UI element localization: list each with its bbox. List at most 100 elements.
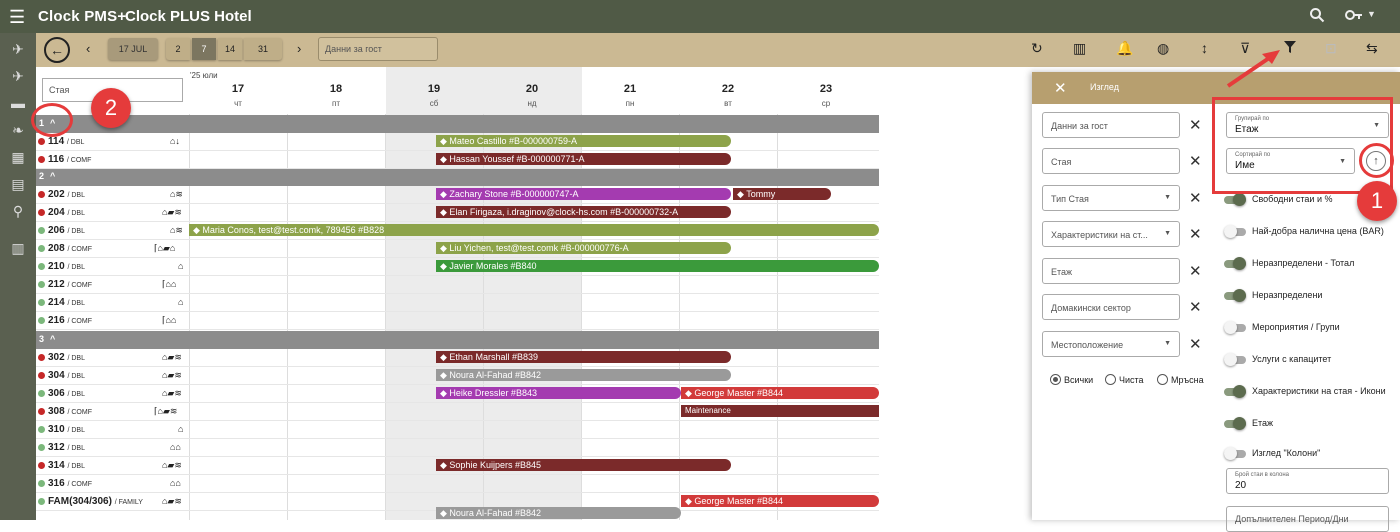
hotel-name[interactable]: Clock PLUS Hotel <box>125 8 252 25</box>
radio-dirty[interactable]: Мръсна <box>1157 374 1204 386</box>
clear-icon[interactable]: ✕ <box>1189 298 1202 316</box>
date-button[interactable]: 17 JUL <box>108 38 158 60</box>
room-name[interactable]: 208 / COMF <box>48 243 92 254</box>
room-name[interactable]: 212 / COMF <box>48 279 92 290</box>
room-name[interactable]: 210 / DBL <box>48 261 85 272</box>
booking-bar[interactable]: ◆ George Master #B844 <box>681 495 879 507</box>
clear-icon[interactable]: ✕ <box>1189 225 1202 243</box>
radio-all[interactable]: Всички <box>1050 374 1093 386</box>
room-name[interactable]: FAM(304/306) / FAMILY <box>48 496 143 507</box>
next-chevron-icon[interactable]: › <box>297 41 301 56</box>
bed-icon[interactable]: ▬ <box>9 95 27 113</box>
room-name[interactable]: 312 / DBL <box>48 442 85 453</box>
room-name[interactable]: 314 / DBL <box>48 460 85 471</box>
clear-icon[interactable]: ✕ <box>1189 152 1202 170</box>
room-name[interactable]: 216 / COMF <box>48 315 92 326</box>
days-31-button[interactable]: 31 <box>244 38 282 60</box>
back-button[interactable]: ← <box>44 37 70 63</box>
booking-bar[interactable]: ◆ Noura Al-Fahad #B842 <box>436 369 731 381</box>
room-name[interactable]: 114 / DBL <box>48 136 84 147</box>
close-icon[interactable]: ✕ <box>1054 79 1067 97</box>
status-dot <box>38 426 45 433</box>
add-notification-icon[interactable]: 🔔 <box>1116 40 1133 57</box>
booking-bar[interactable]: ◆ Javier Morales #B840 <box>436 260 879 272</box>
booking-bar[interactable]: ◆ Maria Conos, test@test.comk, 789456 #B… <box>189 224 879 236</box>
room-name[interactable]: 302 / DBL <box>48 352 85 363</box>
leaf-icon[interactable]: ❧ <box>9 122 27 140</box>
room-name[interactable]: 310 / DBL <box>48 424 85 435</box>
room-name[interactable]: 214 / DBL <box>48 297 85 308</box>
extra-period-field[interactable]: Допълнителен Период/Дни <box>1226 506 1389 532</box>
room-row[interactable]: 316 / COMF ⌂⌂ <box>36 475 879 493</box>
room-row[interactable]: 216 / COMF ⌈⌂⌂ <box>36 312 879 330</box>
room-row[interactable]: 312 / DBL ⌂⌂ <box>36 439 879 457</box>
booking-bar[interactable]: ◆ Hassan Youssef #B-000000771-A <box>436 153 731 165</box>
filter-housekeeping-sector[interactable]: Домакински сектор <box>1042 294 1180 320</box>
booking-bar[interactable]: ◆ Tommy <box>733 188 831 200</box>
document-icon[interactable]: ▤ <box>9 176 27 194</box>
filter-location[interactable]: Местоположение ▼ <box>1042 331 1180 357</box>
room-name[interactable]: 316 / COMF <box>48 478 92 489</box>
floor-header-2[interactable]: 2 ^ <box>36 168 879 186</box>
status-dot <box>38 227 45 234</box>
room-name[interactable]: 204 / DBL <box>48 207 85 218</box>
rooms-per-column-field[interactable]: Брой стаи в колона 20 <box>1226 468 1389 494</box>
booking-bar[interactable]: Maintenance <box>681 405 879 417</box>
room-row[interactable]: 310 / DBL ⌂ <box>36 421 879 439</box>
hamburger-menu-icon[interactable]: ☰ <box>9 7 25 28</box>
filter-room[interactable]: Стая <box>1042 148 1180 174</box>
floor-header-3[interactable]: 3 ^ <box>36 331 879 349</box>
room-row[interactable]: 214 / DBL ⌂ <box>36 294 879 312</box>
room-row[interactable]: 212 / COMF ⌈⌂⌂ <box>36 276 879 294</box>
floor-header-1[interactable]: 1 ^ <box>36 115 879 133</box>
filter-guest-data[interactable]: Данни за гост <box>1042 112 1180 138</box>
search-icon[interactable] <box>1309 7 1325 28</box>
days-14-button[interactable]: 14 <box>218 38 242 60</box>
day-header: 23 ср <box>819 83 833 108</box>
days-2-button[interactable]: 2 <box>166 38 190 60</box>
arrivals-icon[interactable]: ✈ <box>9 68 27 86</box>
booking-bar[interactable]: ◆ Sophie Kuijpers #B845 <box>436 459 731 471</box>
booking-bar[interactable]: ◆ Liu Yichen, test@test.comk #B-00000077… <box>436 242 731 254</box>
swap-icon[interactable]: ⇆ <box>1366 40 1378 57</box>
clear-icon[interactable]: ✕ <box>1189 335 1202 353</box>
filter-room-features[interactable]: Характеристики на ст... ▼ <box>1042 221 1180 247</box>
palette-icon[interactable]: ◍ <box>1157 40 1169 57</box>
filter-icon[interactable] <box>1283 40 1297 57</box>
book-icon[interactable]: ▥ <box>9 240 27 258</box>
search-sidebar-icon[interactable]: ⚲ <box>9 203 27 221</box>
resize-vertical-icon[interactable]: ↕ <box>1201 40 1208 56</box>
prev-chevron-icon[interactable]: ‹ <box>86 41 90 56</box>
filter-room-type[interactable]: Тип Стая ▼ <box>1042 185 1180 211</box>
toggle-label: Неразпределени <box>1252 290 1323 300</box>
room-name[interactable]: 306 / DBL <box>48 388 85 399</box>
room-name[interactable]: 116 / COMF <box>48 154 91 165</box>
radio-clean[interactable]: Чиста <box>1105 374 1144 386</box>
focus-icon[interactable]: ⊡ <box>1325 40 1337 57</box>
filter-floor[interactable]: Етаж <box>1042 258 1180 284</box>
departures-icon[interactable]: ✈ <box>9 41 27 59</box>
room-name[interactable]: 308 / COMF <box>48 406 92 417</box>
room-feature-icons: ⌈⌂⌂ <box>162 279 177 289</box>
room-name[interactable]: 202 / DBL <box>48 189 85 200</box>
booking-bar[interactable]: ◆ Mateo Castillo #B-000000759-A <box>436 135 731 147</box>
key-icon[interactable] <box>1345 7 1363 28</box>
room-name[interactable]: 206 / DBL <box>48 225 85 236</box>
clear-icon[interactable]: ✕ <box>1189 116 1202 134</box>
calendar-icon[interactable]: ▦ <box>9 149 27 167</box>
clear-icon[interactable]: ✕ <box>1189 189 1202 207</box>
days-7-button[interactable]: 7 <box>192 38 216 60</box>
dropdown-arrow-icon[interactable]: ▼ <box>1367 9 1376 19</box>
clear-icon[interactable]: ✕ <box>1189 262 1202 280</box>
booking-bar[interactable]: ◆ Elan Firigaza, i.draginov@clock-hs.com… <box>436 206 731 218</box>
room-feature-icons: ⌂▰≋ <box>162 207 182 217</box>
booking-bar[interactable]: ◆ Heike Dressler #B843 <box>436 387 681 399</box>
booking-bar[interactable]: ◆ Noura Al-Fahad #B842 <box>436 507 681 519</box>
guest-data-input[interactable]: Данни за гост <box>318 37 438 61</box>
booking-bar[interactable]: ◆ George Master #B844 <box>681 387 879 399</box>
refresh-icon[interactable]: ↻ <box>1031 40 1043 57</box>
room-name[interactable]: 304 / DBL <box>48 370 85 381</box>
columns-icon[interactable]: ▥ <box>1073 40 1086 57</box>
booking-bar[interactable]: ◆ Zachary Stone #B-000000747-A <box>436 188 731 200</box>
booking-bar[interactable]: ◆ Ethan Marshall #B839 <box>436 351 731 363</box>
